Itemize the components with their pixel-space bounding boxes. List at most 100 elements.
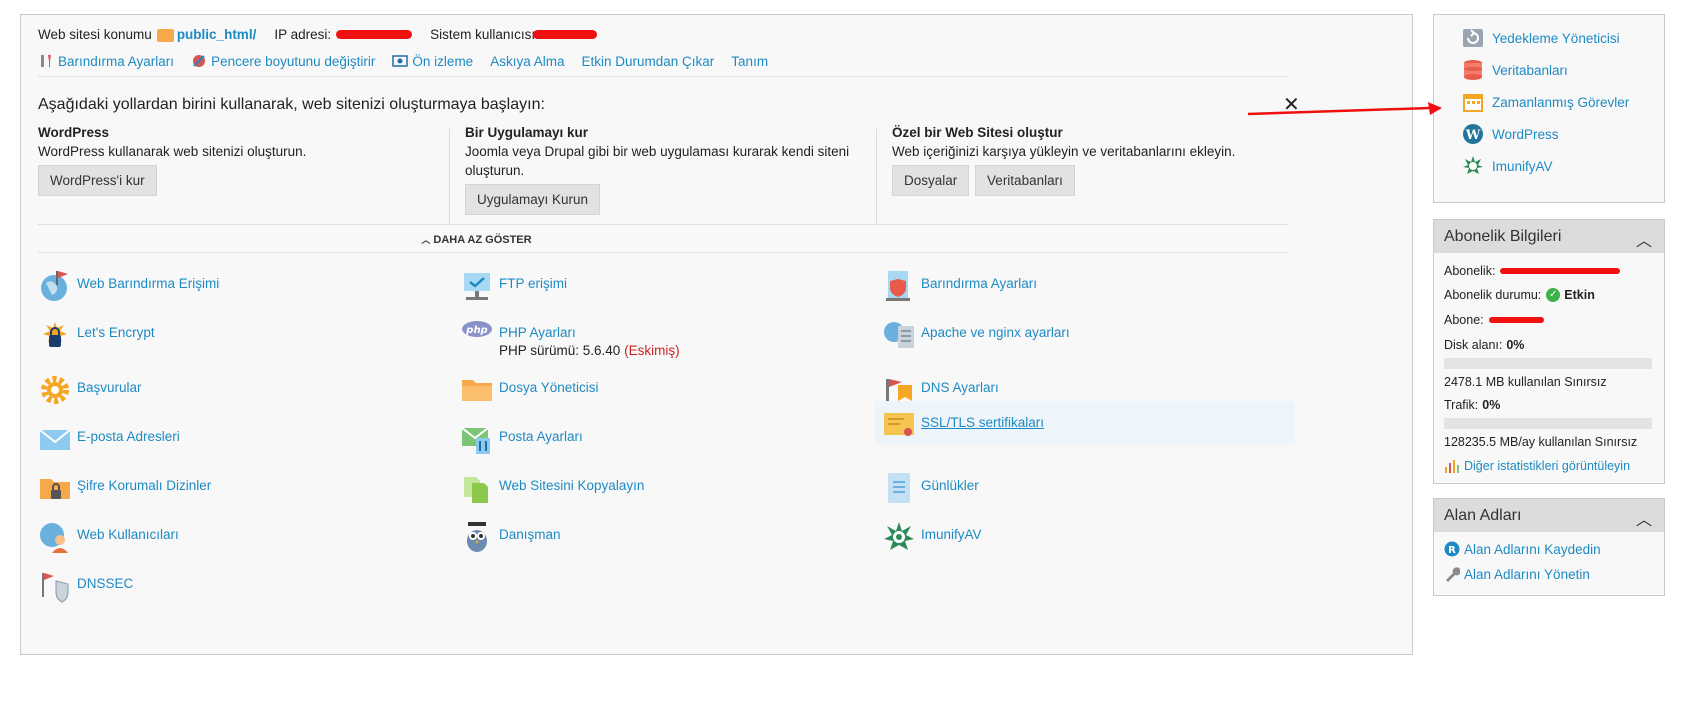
install-wordpress-button[interactable]: WordPress'i kur [38,165,157,196]
register-domains-link[interactable]: R Alan Adlarını Kaydedin [1444,541,1601,557]
gs-wordpress: WordPress WordPress kullanarak web siten… [38,125,438,196]
install-application-button[interactable]: Uygulamayı Kurun [465,184,601,215]
site-location-link[interactable]: public_html/ [177,27,257,42]
tool-ftp-access[interactable]: FTP erişimi [460,269,860,303]
toolbar-description[interactable]: Tanım [731,54,768,69]
ftp-icon [460,269,494,303]
tool-ssl-certificates[interactable]: SSL/TLS sertifikaları [875,401,1295,445]
chevron-up-icon: ︿ [421,235,431,245]
toolbar-resize[interactable]: Pencere boyutunu değiştirir [191,53,375,69]
resize-icon [191,53,207,69]
site-location-label: Web sitesi konumu [38,27,152,42]
mail-settings-icon [460,422,494,456]
tool-label[interactable]: ImunifyAV [921,527,982,542]
tool-label[interactable]: SSL/TLS sertifikaları [921,415,1044,430]
tool-label[interactable]: Web Kullanıcıları [77,527,179,542]
subscription-header[interactable]: Abonelik Bilgileri ︿ [1434,220,1664,253]
tool-php-settings[interactable]: php PHP Ayarları PHP sürümü: 5.6.40 (Esk… [460,318,860,358]
traffic-row: Trafik: 0% [1444,398,1501,412]
divider [449,129,450,225]
tool-apache-nginx[interactable]: Apache ve nginx ayarları [882,318,1282,352]
svg-text:W: W [1465,128,1481,143]
ip-label: IP adresi: [274,27,332,42]
eye-icon [392,53,409,69]
svg-text:php: php [465,325,487,336]
gs-title: WordPress [38,125,110,140]
system-user-label: Sistem kullanıcısı: [430,27,539,42]
tool-label[interactable]: Şifre Korumalı Dizinler [77,478,211,493]
databases-button[interactable]: Veritabanları [975,165,1075,196]
tool-label[interactable]: PHP Ayarları [499,325,576,340]
register-icon: R [1444,541,1460,557]
disk-usage-bar [1444,358,1652,369]
tool-label[interactable]: DNS Ayarları [921,380,999,395]
folder-icon [156,29,174,42]
toolbar-suspend[interactable]: Askıya Alma [490,54,564,69]
tool-dnssec[interactable]: DNSSEC [38,569,438,603]
tool-mail-settings[interactable]: Posta Ayarları [460,422,860,456]
tool-label[interactable]: Barındırma Ayarları [921,276,1037,291]
outdated-badge: (Eskimiş) [624,343,680,358]
tool-imunifyav[interactable]: ImunifyAV [882,520,1282,554]
tool-label[interactable]: DNSSEC [77,576,133,591]
tool-label[interactable]: Günlükler [921,478,979,493]
quick-link-wordpress[interactable]: W WordPress [1462,123,1559,145]
tool-label[interactable]: Posta Ayarları [499,429,583,444]
traffic-usage-bar [1444,418,1652,429]
gs-custom-site: Özel bir Web Sitesi oluştur Web içeriğin… [892,125,1292,196]
divider [38,76,1288,77]
more-stats-link[interactable]: Diğer istatistikleri görüntüleyin [1444,459,1630,473]
folder-icon [460,373,494,407]
tool-label[interactable]: Web Barındırma Erişimi [77,276,219,291]
envelope-icon [38,422,72,456]
tool-label[interactable]: FTP erişimi [499,276,567,291]
quick-links-panel: Yedekleme Yöneticisi Veritabanları Zaman… [1433,14,1665,203]
database-icon [1462,59,1484,81]
divider [876,129,877,225]
files-button[interactable]: Dosyalar [892,165,970,196]
toolbar-hosting-settings[interactable]: Barındırma Ayarları [38,53,174,69]
domains-panel: Alan Adları ︿ R Alan Adlarını Kaydedin A… [1433,498,1665,596]
tool-protected-directories[interactable]: Şifre Korumalı Dizinler [38,471,438,505]
close-icon[interactable]: ✕ [1283,95,1300,115]
tool-lets-encrypt[interactable]: Let's Encrypt [38,318,438,352]
toolbar-preview[interactable]: Ön izleme [392,53,473,69]
quick-link-scheduled-tasks[interactable]: Zamanlanmış Görevler [1462,91,1629,113]
chevron-up-icon[interactable]: ︿ [1636,506,1652,530]
tool-label[interactable]: Web Sitesini Kopyalayın [499,478,644,493]
tool-advisor[interactable]: Danışman [460,520,860,554]
tool-label[interactable]: Apache ve nginx ayarları [921,325,1070,340]
tool-logs[interactable]: Günlükler [882,471,1282,505]
quick-link-imunifyav[interactable]: ImunifyAV [1462,155,1553,177]
wrench-icon [1444,566,1460,582]
tool-hosting-settings[interactable]: Barındırma Ayarları [882,269,1282,303]
tool-label[interactable]: Başvurular [77,380,142,395]
gs-desc: Joomla veya Drupal gibi bir web uygulama… [465,144,850,178]
main-panel: Web sitesi konumu public_html/ IP adresi… [20,14,1413,655]
show-less-toggle[interactable]: ︿ DAHA AZ GÖSTER [0,233,1172,246]
quick-link-databases[interactable]: Veritabanları [1462,59,1568,81]
domains-header[interactable]: Alan Adları ︿ [1434,499,1664,532]
chevron-up-icon[interactable]: ︿ [1636,227,1652,251]
globe-flag-icon [38,269,72,303]
tool-website-copy[interactable]: Web Sitesini Kopyalayın [460,471,860,505]
tool-applications[interactable]: Başvurular [38,373,438,407]
gs-application: Bir Uygulamayı kur Joomla veya Drupal gi… [465,125,865,215]
tool-web-hosting-access[interactable]: Web Barındırma Erişimi [38,269,438,303]
quick-link-backup[interactable]: Yedekleme Yöneticisi [1462,27,1620,49]
tool-file-manager[interactable]: Dosya Yöneticisi [460,373,860,407]
tool-label[interactable]: Dosya Yöneticisi [499,380,599,395]
subscription-status-row: Abonelik durumu: ✓ Etkin [1444,288,1595,302]
tool-web-users[interactable]: Web Kullanıcıları [38,520,438,554]
manage-domains-link[interactable]: Alan Adlarını Yönetin [1444,566,1590,582]
tool-email-addresses[interactable]: E-posta Adresleri [38,422,438,456]
toolbar-deactivate[interactable]: Etkin Durumdan Çıkar [581,54,714,69]
tool-label[interactable]: Let's Encrypt [77,325,155,340]
hosting-shield-icon [882,269,916,303]
divider [38,252,1288,253]
tool-label[interactable]: E-posta Adresleri [77,429,180,444]
calendar-icon [1462,91,1484,113]
tool-label[interactable]: Danışman [499,527,561,542]
wrench-icon [38,53,54,69]
gs-title: Bir Uygulamayı kur [465,125,589,140]
